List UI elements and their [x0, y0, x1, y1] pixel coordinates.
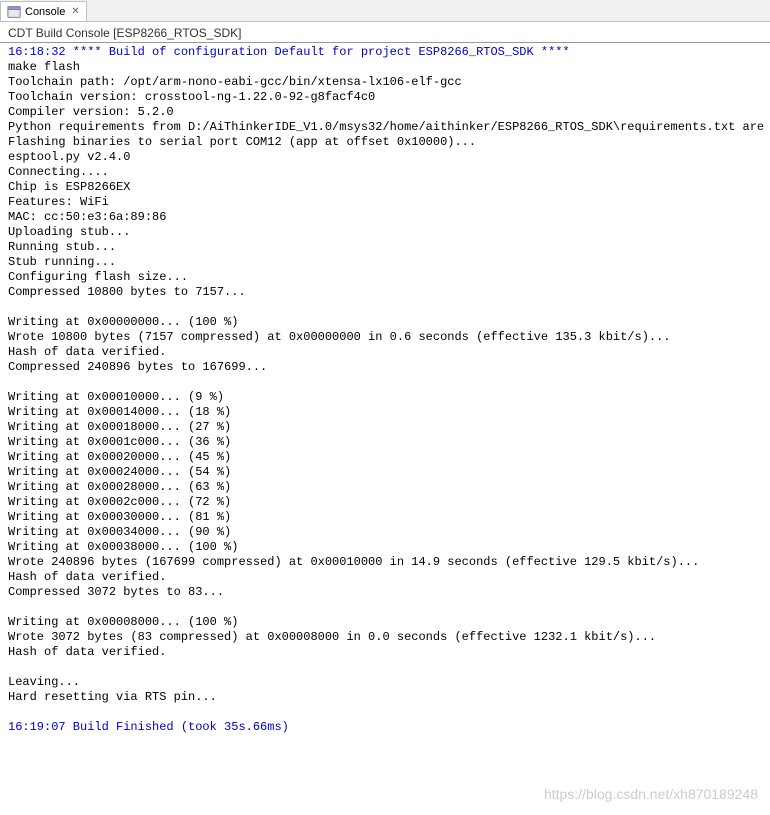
console-subtitle: CDT Build Console [ESP8266_RTOS_SDK] — [0, 22, 770, 43]
console-line: Writing at 0x00018000... (27 %) — [8, 420, 762, 435]
console-line: Hash of data verified. — [8, 345, 762, 360]
console-line: Writing at 0x00020000... (45 %) — [8, 450, 762, 465]
console-line: Chip is ESP8266EX — [8, 180, 762, 195]
console-line: Configuring flash size... — [8, 270, 762, 285]
console-line: 16:18:32 **** Build of configuration Def… — [8, 45, 762, 60]
console-icon — [7, 5, 21, 19]
console-line: Compressed 3072 bytes to 83... — [8, 585, 762, 600]
console-line: Hash of data verified. — [8, 645, 762, 660]
console-line: Writing at 0x00030000... (81 %) — [8, 510, 762, 525]
console-line: Writing at 0x00000000... (100 %) — [8, 315, 762, 330]
console-line — [8, 300, 762, 315]
console-line: MAC: cc:50:e3:6a:89:86 — [8, 210, 762, 225]
tab-bar: Console ✕ — [0, 0, 770, 22]
console-line — [8, 600, 762, 615]
console-line: Writing at 0x00024000... (54 %) — [8, 465, 762, 480]
console-line: Writing at 0x0001c000... (36 %) — [8, 435, 762, 450]
console-line: Running stub... — [8, 240, 762, 255]
tab-label: Console — [25, 6, 65, 18]
console-line: Writing at 0x00028000... (63 %) — [8, 480, 762, 495]
console-output[interactable]: 16:18:32 **** Build of configuration Def… — [0, 43, 770, 815]
console-line: Hash of data verified. — [8, 570, 762, 585]
tab-console[interactable]: Console ✕ — [0, 1, 87, 21]
close-icon[interactable]: ✕ — [71, 6, 79, 17]
console-line: Flashing binaries to serial port COM12 (… — [8, 135, 762, 150]
console-line: 16:19:07 Build Finished (took 35s.66ms) — [8, 720, 762, 735]
console-line: Hard resetting via RTS pin... — [8, 690, 762, 705]
console-line: Wrote 240896 bytes (167699 compressed) a… — [8, 555, 762, 570]
console-line: Stub running... — [8, 255, 762, 270]
console-line: make flash — [8, 60, 762, 75]
console-line: Writing at 0x00010000... (9 %) — [8, 390, 762, 405]
console-line: Writing at 0x0002c000... (72 %) — [8, 495, 762, 510]
console-line: Python requirements from D:/AiThinkerIDE… — [8, 120, 762, 135]
console-line: Writing at 0x00038000... (100 %) — [8, 540, 762, 555]
console-line: Toolchain version: crosstool-ng-1.22.0-9… — [8, 90, 762, 105]
console-line: Compressed 240896 bytes to 167699... — [8, 360, 762, 375]
console-line: Uploading stub... — [8, 225, 762, 240]
console-line — [8, 375, 762, 390]
console-line: Writing at 0x00008000... (100 %) — [8, 615, 762, 630]
console-line: Wrote 3072 bytes (83 compressed) at 0x00… — [8, 630, 762, 645]
console-line — [8, 735, 762, 750]
console-line: Writing at 0x00034000... (90 %) — [8, 525, 762, 540]
console-line: Writing at 0x00014000... (18 %) — [8, 405, 762, 420]
console-line: Leaving... — [8, 675, 762, 690]
console-line: Connecting.... — [8, 165, 762, 180]
console-line: Compressed 10800 bytes to 7157... — [8, 285, 762, 300]
console-line: esptool.py v2.4.0 — [8, 150, 762, 165]
console-line — [8, 705, 762, 720]
console-line: Wrote 10800 bytes (7157 compressed) at 0… — [8, 330, 762, 345]
console-line — [8, 660, 762, 675]
console-line: Compiler version: 5.2.0 — [8, 105, 762, 120]
console-line: Toolchain path: /opt/arm-nono-eabi-gcc/b… — [8, 75, 762, 90]
console-line: Features: WiFi — [8, 195, 762, 210]
